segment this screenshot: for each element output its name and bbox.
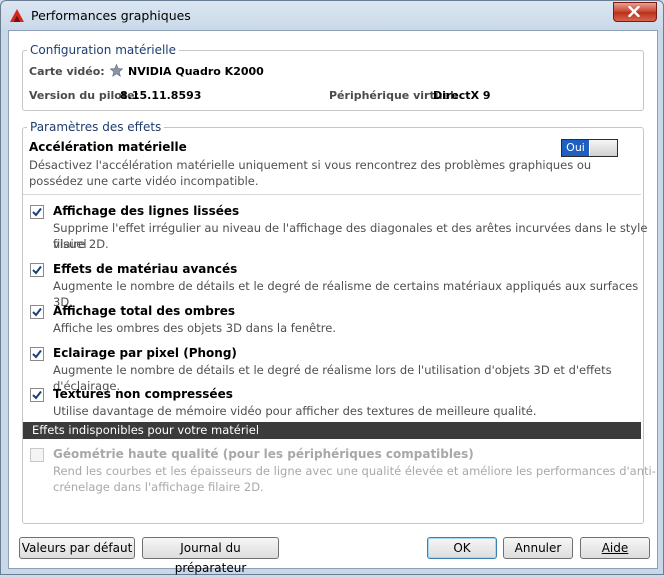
- autocad-a-icon: [10, 9, 24, 22]
- full-shadows-title: Affichage total des ombres: [53, 304, 236, 318]
- window-title: Performances graphiques: [31, 8, 191, 23]
- smooth-lines-title: Affichage des lignes lissées: [53, 204, 240, 218]
- high-quality-geometry-desc-line1: Rend les courbes et les épaisseurs de li…: [53, 464, 656, 478]
- uncompressed-textures-desc: Utilise davantage de mémoire vidéo pour …: [53, 404, 537, 418]
- per-pixel-lighting-checkbox[interactable]: [30, 347, 44, 361]
- hw-accel-toggle[interactable]: Oui: [561, 139, 618, 157]
- close-button[interactable]: [613, 2, 657, 22]
- high-quality-geometry-desc-line2: crénelage dans l'affichage filaire 2D.: [53, 480, 264, 494]
- advanced-materials-title: Effets de matériau avancés: [53, 262, 238, 276]
- smooth-lines-desc-line1: Supprime l'effet irrégulier au niveau de…: [53, 221, 648, 251]
- hw-accel-title: Accélération matérielle: [29, 140, 187, 154]
- default-values-label: Valeurs par défaut: [21, 541, 133, 555]
- high-quality-geometry-title: Géométrie haute qualité (pour les périph…: [53, 447, 474, 461]
- video-card-value: NVIDIA Quadro K2000: [128, 65, 264, 78]
- hardware-config-group: Configuration matérielle Carte vidéo: NV…: [22, 42, 644, 111]
- hw-accel-desc-line2: possédez une carte vidéo incompatible.: [29, 174, 259, 188]
- ok-label: OK: [453, 541, 471, 555]
- smooth-lines-desc-line2: filaire 2D.: [53, 237, 109, 251]
- hardware-config-title: Configuration matérielle: [27, 42, 180, 58]
- checkmark-icon: [32, 265, 42, 275]
- checkmark-icon: [32, 390, 42, 400]
- checkmark-icon: [32, 349, 42, 359]
- hw-accel-desc-line1: Désactivez l'accélération matérielle uni…: [29, 158, 592, 172]
- title-bar[interactable]: Performances graphiques: [1, 1, 663, 31]
- dialog-body: Configuration matérielle Carte vidéo: NV…: [8, 30, 658, 575]
- cancel-label: Annuler: [514, 541, 562, 555]
- uncompressed-textures-title: Textures non compressées: [53, 387, 233, 401]
- toggle-on-label: Oui: [562, 140, 589, 156]
- help-label: Aide: [601, 541, 629, 555]
- dialog-window: Performances graphiques Configuration ma…: [0, 0, 664, 575]
- video-card-label: Carte vidéo:: [29, 65, 105, 78]
- high-quality-geometry-checkbox: [30, 448, 44, 462]
- preparer-log-button[interactable]: Journal du préparateur: [142, 537, 279, 575]
- preparer-log-label: Journal du préparateur: [174, 541, 247, 575]
- advanced-materials-checkbox[interactable]: [30, 263, 44, 277]
- ok-button[interactable]: OK: [427, 537, 497, 559]
- effects-group-title: Paramètres des effets: [27, 119, 165, 135]
- toggle-thumb: [590, 140, 617, 156]
- effects-separator: [23, 194, 641, 195]
- full-shadows-desc: Affiche les ombres des objets 3D dans la…: [53, 321, 336, 335]
- help-button[interactable]: Aide: [580, 537, 650, 559]
- default-values-button[interactable]: Valeurs par défaut: [19, 537, 135, 559]
- full-shadows-checkbox[interactable]: [30, 305, 44, 319]
- virtual-device-value: DirectX 9: [433, 89, 491, 102]
- checkmark-icon: [32, 307, 42, 317]
- cancel-button[interactable]: Annuler: [503, 537, 573, 559]
- smooth-lines-checkbox[interactable]: [30, 205, 44, 219]
- per-pixel-lighting-title: Eclairage par pixel (Phong): [53, 346, 237, 360]
- close-icon: [628, 6, 640, 17]
- uncompressed-textures-checkbox[interactable]: [30, 388, 44, 402]
- star-icon: [110, 64, 123, 77]
- driver-version-value: 8.15.11.8593: [120, 89, 202, 102]
- checkmark-icon: [32, 207, 42, 217]
- unavailable-effects-header: Effets indisponibles pour votre matériel: [23, 422, 641, 439]
